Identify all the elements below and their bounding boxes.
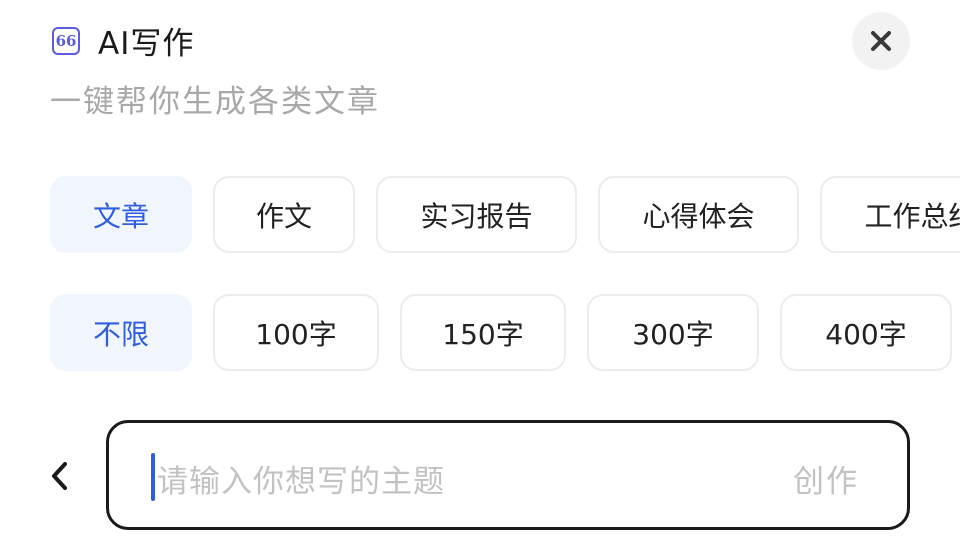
length-chip-row: 不限 100字 150字 300字 400字 [50,294,960,371]
type-chip-reflection[interactable]: 心得体会 [598,176,799,253]
topic-input-placeholder: 请输入你想写的主题 [157,464,445,500]
length-chip-150[interactable]: 150字 [400,294,566,371]
text-caret [151,453,155,501]
quote-logo-icon: 66 [52,26,80,55]
type-chip-article[interactable]: 文章 [50,176,192,253]
type-chip-work-summary[interactable]: 工作总结 [820,176,960,253]
close-icon [871,31,891,51]
back-button[interactable] [40,452,80,500]
length-chip-100[interactable]: 100字 [213,294,379,371]
panel-title: AI写作 [98,26,195,62]
length-chip-unlimited[interactable]: 不限 [50,294,192,371]
type-chip-row: 文章 作文 实习报告 心得体会 工作总结 [50,176,960,253]
type-chip-internship-report[interactable]: 实习报告 [376,176,577,253]
logo-glyph: 66 [55,32,77,50]
close-button[interactable] [852,12,910,70]
length-chip-300[interactable]: 300字 [587,294,759,371]
topic-input[interactable]: 请输入你想写的主题 创作 [106,420,910,530]
chevron-left-icon [52,462,67,490]
ai-writing-panel: 66 AI写作 一键帮你生成各类文章 文章 作文 实习报告 心得体会 工作总结 … [0,0,960,546]
header: 66 AI写作 [52,18,194,63]
create-button[interactable]: 创作 [793,456,859,501]
length-chip-400[interactable]: 400字 [780,294,952,371]
type-chip-essay[interactable]: 作文 [213,176,355,253]
panel-subtitle: 一键帮你生成各类文章 [50,84,380,120]
